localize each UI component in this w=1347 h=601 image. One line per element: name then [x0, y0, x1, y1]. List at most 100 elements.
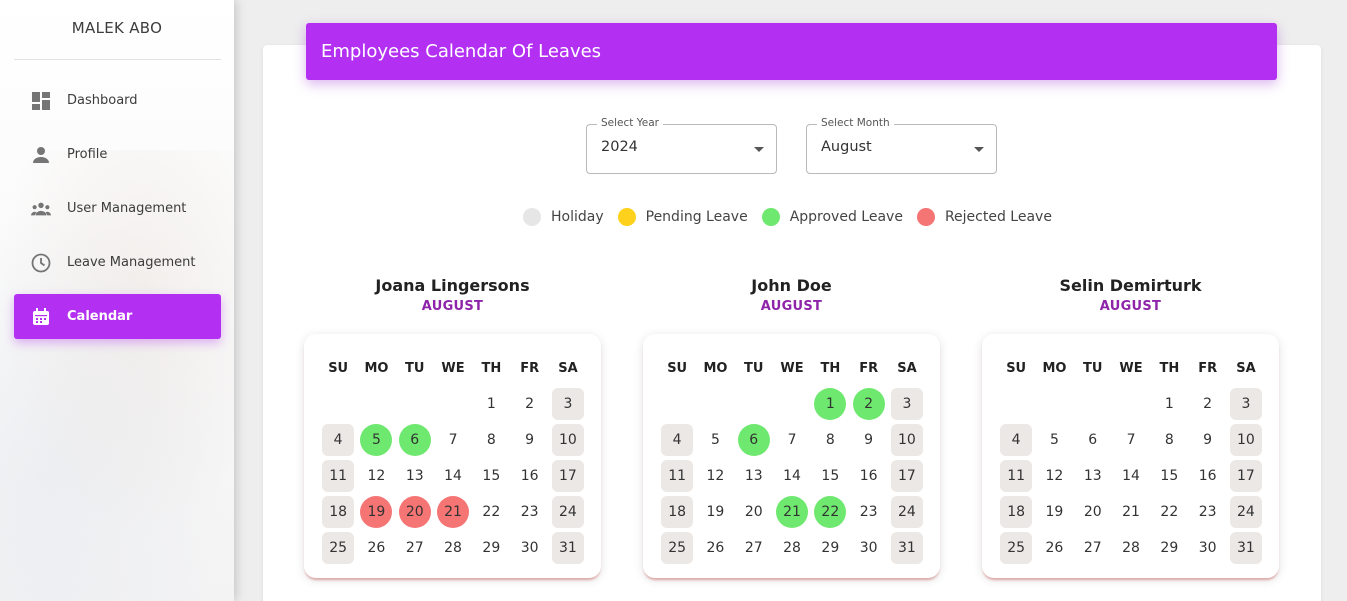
year-select[interactable]: Select Year 2024 — [586, 117, 777, 174]
calendar-day-approved[interactable]: 6 — [735, 422, 773, 458]
calendar-day-weekend[interactable]: 4 — [997, 422, 1035, 458]
calendar-day[interactable]: 5 — [696, 422, 734, 458]
calendar-day[interactable]: 26 — [1035, 530, 1073, 566]
calendar-day[interactable]: 27 — [735, 530, 773, 566]
calendar-day-weekend[interactable]: 31 — [549, 530, 587, 566]
calendar-day-weekend[interactable]: 10 — [888, 422, 926, 458]
calendar-day-weekend[interactable]: 11 — [658, 458, 696, 494]
calendar-day[interactable]: 29 — [811, 530, 849, 566]
calendar-day[interactable]: 13 — [735, 458, 773, 494]
calendar-day[interactable]: 5 — [1035, 422, 1073, 458]
calendar-day[interactable]: 30 — [1188, 530, 1226, 566]
calendar-day-weekend[interactable]: 10 — [549, 422, 587, 458]
calendar-day-approved[interactable]: 1 — [811, 386, 849, 422]
calendar-day-weekend[interactable]: 18 — [658, 494, 696, 530]
calendar-day[interactable]: 23 — [510, 494, 548, 530]
month-select[interactable]: Select Month August — [806, 117, 997, 174]
calendar-day-rejected[interactable]: 21 — [434, 494, 472, 530]
calendar-day-weekend[interactable]: 31 — [1227, 530, 1265, 566]
sidebar-item-calendar[interactable]: Calendar — [14, 294, 221, 339]
calendar-day-weekend[interactable]: 11 — [997, 458, 1035, 494]
calendar-day[interactable]: 26 — [696, 530, 734, 566]
calendar-day[interactable]: 29 — [472, 530, 510, 566]
calendar-day[interactable]: 7 — [773, 422, 811, 458]
calendar-day[interactable]: 28 — [1112, 530, 1150, 566]
calendar-day-approved[interactable]: 21 — [773, 494, 811, 530]
calendar-day-weekend[interactable]: 17 — [888, 458, 926, 494]
calendar-day-approved[interactable]: 6 — [396, 422, 434, 458]
calendar-day[interactable]: 9 — [1188, 422, 1226, 458]
calendar-day-weekend[interactable]: 17 — [1227, 458, 1265, 494]
calendar-day-approved[interactable]: 22 — [811, 494, 849, 530]
calendar-day-approved[interactable]: 2 — [849, 386, 887, 422]
calendar-day[interactable]: 26 — [357, 530, 395, 566]
calendar-day-weekend[interactable]: 18 — [997, 494, 1035, 530]
calendar-day[interactable]: 12 — [357, 458, 395, 494]
sidebar-item-user-management[interactable]: User Management — [14, 186, 221, 231]
calendar-day-weekend[interactable]: 25 — [997, 530, 1035, 566]
calendar-day[interactable]: 12 — [696, 458, 734, 494]
calendar-day-weekend[interactable]: 3 — [1227, 386, 1265, 422]
calendar-day-weekend[interactable]: 24 — [1227, 494, 1265, 530]
calendar-day-weekend[interactable]: 4 — [319, 422, 357, 458]
calendar-day-weekend[interactable]: 17 — [549, 458, 587, 494]
calendar-day[interactable]: 27 — [1074, 530, 1112, 566]
calendar-day-rejected[interactable]: 20 — [396, 494, 434, 530]
calendar-day[interactable]: 14 — [773, 458, 811, 494]
calendar-day-rejected[interactable]: 19 — [357, 494, 395, 530]
calendar-day-weekend[interactable]: 3 — [888, 386, 926, 422]
calendar-day-weekend[interactable]: 31 — [888, 530, 926, 566]
calendar-day[interactable]: 22 — [472, 494, 510, 530]
calendar-day[interactable]: 1 — [472, 386, 510, 422]
calendar-day[interactable]: 19 — [1035, 494, 1073, 530]
calendar-day[interactable]: 16 — [1188, 458, 1226, 494]
calendar-day[interactable]: 6 — [1074, 422, 1112, 458]
calendar-day[interactable]: 14 — [434, 458, 472, 494]
calendar-day[interactable]: 14 — [1112, 458, 1150, 494]
calendar-day[interactable]: 9 — [510, 422, 548, 458]
calendar-day[interactable]: 28 — [434, 530, 472, 566]
calendar-day[interactable]: 23 — [849, 494, 887, 530]
calendar-day[interactable]: 8 — [472, 422, 510, 458]
calendar-day-approved[interactable]: 5 — [357, 422, 395, 458]
calendar-day[interactable]: 15 — [472, 458, 510, 494]
calendar-day[interactable]: 8 — [1150, 422, 1188, 458]
calendar-day[interactable]: 23 — [1188, 494, 1226, 530]
calendar-day[interactable]: 9 — [849, 422, 887, 458]
calendar-day[interactable]: 21 — [1112, 494, 1150, 530]
calendar-day[interactable]: 2 — [510, 386, 548, 422]
calendar-day[interactable]: 15 — [811, 458, 849, 494]
calendar-day[interactable]: 15 — [1150, 458, 1188, 494]
calendar-day[interactable]: 7 — [434, 422, 472, 458]
calendar-day[interactable]: 22 — [1150, 494, 1188, 530]
calendar-day[interactable]: 8 — [811, 422, 849, 458]
calendar-day[interactable]: 20 — [735, 494, 773, 530]
calendar-day-weekend[interactable]: 25 — [658, 530, 696, 566]
calendar-day[interactable]: 28 — [773, 530, 811, 566]
calendar-day-weekend[interactable]: 4 — [658, 422, 696, 458]
sidebar-item-leave-management[interactable]: Leave Management — [14, 240, 221, 285]
calendar-day[interactable]: 20 — [1074, 494, 1112, 530]
calendar-day[interactable]: 27 — [396, 530, 434, 566]
calendar-day[interactable]: 16 — [510, 458, 548, 494]
calendar-day-weekend[interactable]: 11 — [319, 458, 357, 494]
calendar-day[interactable]: 2 — [1188, 386, 1226, 422]
calendar-day[interactable]: 19 — [696, 494, 734, 530]
calendar-day-weekend[interactable]: 10 — [1227, 422, 1265, 458]
calendar-day[interactable]: 12 — [1035, 458, 1073, 494]
calendar-day[interactable]: 29 — [1150, 530, 1188, 566]
calendar-day-weekend[interactable]: 24 — [549, 494, 587, 530]
calendar-day[interactable]: 1 — [1150, 386, 1188, 422]
calendar-day-weekend[interactable]: 3 — [549, 386, 587, 422]
calendar-day[interactable]: 30 — [849, 530, 887, 566]
calendar-day[interactable]: 7 — [1112, 422, 1150, 458]
sidebar-item-profile[interactable]: Profile — [14, 132, 221, 177]
calendar-day[interactable]: 13 — [1074, 458, 1112, 494]
calendar-day-weekend[interactable]: 18 — [319, 494, 357, 530]
calendar-day-weekend[interactable]: 24 — [888, 494, 926, 530]
calendar-day[interactable]: 30 — [510, 530, 548, 566]
calendar-day[interactable]: 13 — [396, 458, 434, 494]
sidebar-item-dashboard[interactable]: Dashboard — [14, 78, 221, 123]
calendar-day-weekend[interactable]: 25 — [319, 530, 357, 566]
calendar-day[interactable]: 16 — [849, 458, 887, 494]
